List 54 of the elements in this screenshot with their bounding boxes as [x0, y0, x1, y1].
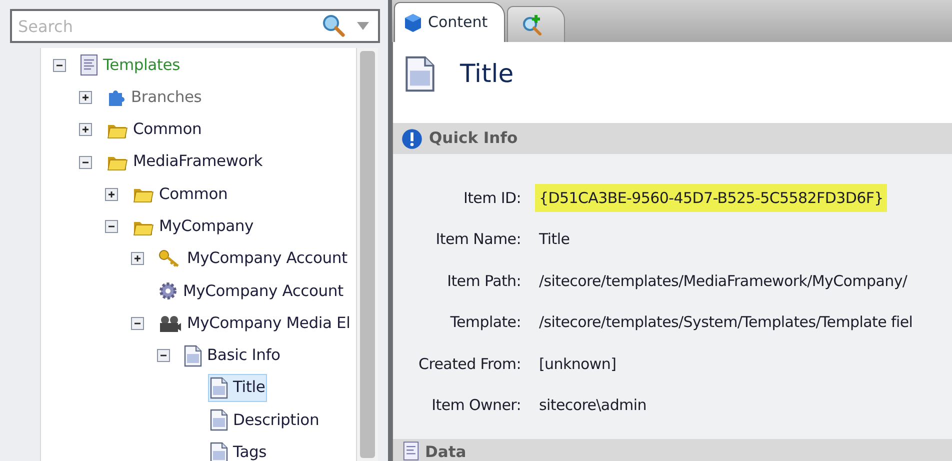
- section-header[interactable]: Data: [392, 439, 952, 461]
- info-icon: [401, 128, 423, 150]
- expand-toggle-icon[interactable]: [79, 123, 92, 136]
- field-label: Created From:: [418, 354, 521, 374]
- tree-item[interactable]: Branches: [104, 83, 204, 112]
- tree-item[interactable]: MyCompany Account: [156, 244, 350, 273]
- content-tab[interactable]: Content: [394, 2, 505, 42]
- field-value: {D51CA3BE-9560-45D7-B525-5C5582FD3D6F}: [535, 184, 888, 212]
- dropdown-caret-icon[interactable]: [356, 22, 370, 30]
- list-icon: [403, 441, 419, 461]
- document-icon: [405, 54, 435, 94]
- new-search-tab[interactable]: [506, 6, 565, 42]
- tree-item[interactable]: Templates: [78, 51, 182, 80]
- section-header[interactable]: Quick Info: [392, 123, 952, 154]
- tree-item[interactable]: MediaFramework: [104, 148, 265, 176]
- template-list-icon: [80, 54, 98, 76]
- field-value: [unknown]: [538, 354, 618, 374]
- document-icon: [210, 377, 228, 400]
- field-label: Item Owner:: [430, 395, 521, 416]
- collapse-toggle-icon[interactable]: [79, 156, 92, 169]
- tree-item[interactable]: MyCompany Account: [156, 277, 346, 306]
- tree-item[interactable]: Common: [130, 180, 230, 208]
- cube-icon: [403, 12, 423, 32]
- collapse-toggle-icon[interactable]: [157, 349, 170, 362]
- search-field[interactable]: Search: [10, 9, 380, 43]
- expand-toggle-icon[interactable]: [79, 90, 92, 104]
- search-icon[interactable]: [322, 14, 346, 38]
- field-value: sitecore\admin: [538, 395, 648, 416]
- field-label: Item ID:: [462, 188, 521, 208]
- field-value: /sitecore/templates/System/Templates/Template fiel: [538, 312, 914, 333]
- collapse-toggle-icon[interactable]: [131, 317, 144, 330]
- scrollbar-thumb[interactable]: [360, 51, 375, 458]
- collapse-toggle-icon[interactable]: [105, 220, 118, 234]
- document-icon: [184, 344, 202, 367]
- scrollbar[interactable]: [356, 48, 378, 461]
- field-label: Template:: [449, 312, 521, 333]
- item-title: Title: [460, 58, 514, 90]
- collapse-toggle-icon[interactable]: [53, 58, 66, 72]
- tree-item[interactable]: MyCompany Media El: [156, 310, 352, 338]
- expand-toggle-icon[interactable]: [131, 252, 144, 266]
- field-value: /sitecore/templates/MediaFramework/MyCompany/: [538, 270, 908, 292]
- field-value: Title: [538, 229, 571, 250]
- document-icon: [210, 409, 228, 432]
- tree-item[interactable]: Tags: [208, 438, 269, 461]
- tree-item[interactable]: Title: [208, 374, 268, 402]
- gear-icon: [158, 281, 178, 302]
- field-label: Item Name:: [434, 229, 521, 250]
- tree-item[interactable]: Basic Info: [182, 342, 282, 370]
- expand-toggle-icon[interactable]: [105, 188, 118, 201]
- tree-item[interactable]: Common: [104, 116, 204, 144]
- tree-item[interactable]: MyCompany: [130, 212, 256, 241]
- film-camera-icon: [158, 314, 182, 334]
- field-label: Item Path:: [446, 270, 521, 292]
- tree-item[interactable]: Description: [208, 406, 322, 434]
